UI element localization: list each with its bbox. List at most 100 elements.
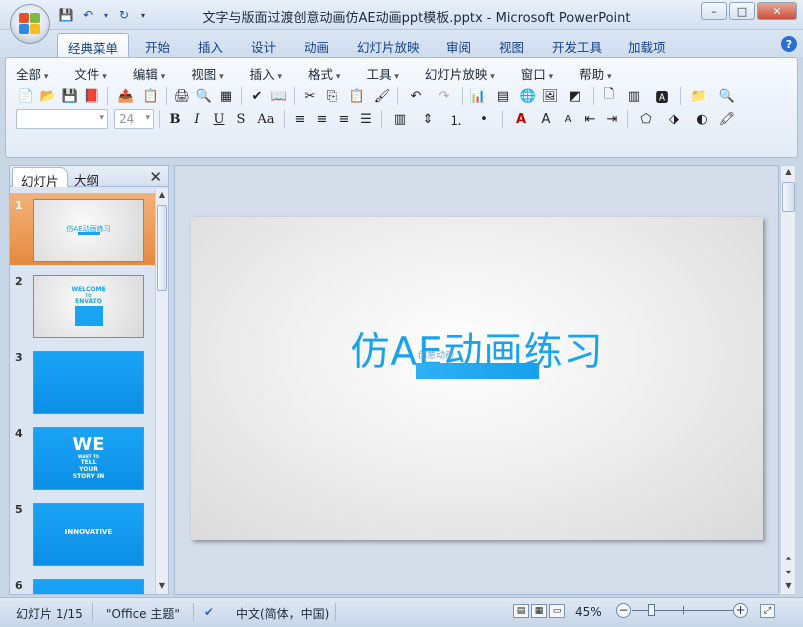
next-slide-icon[interactable]: ⏷ (782, 568, 795, 580)
tab-insert[interactable]: 插入 (188, 33, 233, 57)
tab-view[interactable]: 视图 (489, 33, 534, 57)
spelling-icon[interactable]: ✔ (247, 86, 267, 106)
slide-thumbnail-1[interactable]: 1 仿AE动画练习 (10, 193, 155, 265)
minimize-button[interactable]: – (701, 2, 727, 20)
format-painter-icon[interactable]: 🖌 (372, 86, 392, 106)
cut-icon[interactable]: ✂ (300, 86, 320, 106)
increase-indent-icon[interactable]: ⇥ (602, 109, 622, 129)
tab-slideshow[interactable]: 幻灯片放映 (347, 33, 430, 57)
menu-edit[interactable]: 编辑 (133, 64, 165, 83)
slide-subtitle[interactable]: 创意动画 (418, 348, 454, 361)
print-icon[interactable]: 🖨 (172, 86, 192, 106)
maximize-button[interactable]: □ (729, 2, 755, 20)
numbering-icon[interactable]: ⒈ (443, 109, 469, 129)
arrange-icon[interactable]: ⬗ (661, 109, 687, 129)
slide-thumbnail-4[interactable]: 4 WE WANT TO TELL YOUR STORY IN (10, 421, 155, 493)
clipart-icon[interactable]: 🌐 (518, 86, 538, 106)
menu-file[interactable]: 文件 (74, 64, 106, 83)
quick-styles-icon[interactable]: ◐ (689, 109, 715, 129)
text-direction-icon[interactable]: ⇕ (415, 109, 441, 129)
italic-button[interactable]: I (187, 109, 207, 129)
zoom-slider-thumb[interactable] (648, 604, 656, 616)
research-icon[interactable]: 📋 (141, 86, 161, 106)
menu-tools[interactable]: 工具 (366, 64, 398, 83)
shapes-icon[interactable]: ⬠ (633, 109, 659, 129)
slide-thumbnail-6[interactable]: 6 (10, 573, 155, 594)
slideshow-view-icon[interactable]: ▭ (549, 604, 565, 618)
zoom-out-icon[interactable]: − (616, 603, 631, 618)
font-name-combo[interactable] (16, 109, 108, 129)
scroll-thumb[interactable] (157, 205, 167, 291)
help-icon[interactable]: ? (781, 36, 797, 52)
font-size-combo[interactable]: 24 (114, 109, 154, 129)
textbox-icon[interactable]: 🅰 (649, 86, 675, 106)
save-icon[interactable]: 💾 (60, 86, 80, 106)
shadow-button[interactable]: S (231, 109, 251, 129)
font-color-icon[interactable]: A (508, 109, 534, 129)
picture-icon[interactable]: 🖼 (540, 86, 560, 106)
zoom-level[interactable]: 45% (575, 605, 602, 619)
slide-thumbnail-3[interactable]: 3 (10, 345, 155, 417)
color-grayscale-icon[interactable]: ◩ (562, 86, 588, 106)
menu-help[interactable]: 帮助 (579, 64, 611, 83)
permission-icon[interactable]: 📕 (82, 86, 102, 106)
tab-design[interactable]: 设计 (241, 33, 286, 57)
panel-scrollbar[interactable]: ▲ ▼ (155, 189, 168, 594)
redo-icon[interactable]: ↷ (431, 86, 457, 106)
scroll-down-icon[interactable]: ▼ (782, 581, 795, 593)
bullets-icon[interactable]: • (471, 109, 497, 129)
bold-button[interactable]: B (165, 109, 185, 129)
table-icon[interactable]: ▤ (490, 86, 516, 106)
decrease-indent-icon[interactable]: ⇤ (580, 109, 600, 129)
current-slide[interactable]: 仿AE动画练习 创意动画 (191, 217, 763, 540)
scroll-up-icon[interactable]: ▲ (156, 190, 168, 202)
tab-addins[interactable]: 加载项 (618, 33, 676, 57)
close-button[interactable]: ✕ (757, 2, 797, 20)
justify-icon[interactable]: ☰ (356, 109, 376, 129)
slide-highlight-bar[interactable] (416, 363, 539, 379)
previous-slide-icon[interactable]: ⏶ (782, 554, 795, 566)
menu-view[interactable]: 视图 (191, 64, 223, 83)
change-case-button[interactable]: Aa (253, 109, 279, 129)
fit-to-window-icon[interactable]: ⤢ (760, 604, 775, 618)
zoom-icon[interactable]: 🔍 (714, 86, 740, 106)
tab-developer[interactable]: 开发工具 (542, 33, 612, 57)
slide-thumbnail-5[interactable]: 5 INNOVATIVE (10, 497, 155, 569)
layout-icon[interactable]: ▥ (621, 86, 647, 106)
tab-home[interactable]: 开始 (135, 33, 180, 57)
tab-classic-menu[interactable]: 经典菜单 (57, 33, 130, 57)
research-book-icon[interactable]: 📖 (269, 86, 289, 106)
office-button[interactable] (10, 4, 50, 44)
columns-icon[interactable]: ▥ (387, 109, 413, 129)
open-icon[interactable]: 📂 (38, 86, 58, 106)
close-icon[interactable]: ✕ (149, 168, 162, 186)
underline-button[interactable]: U (209, 109, 229, 129)
tab-slides[interactable]: 幻灯片 (12, 167, 68, 189)
copy-icon[interactable]: ⎘ (322, 86, 342, 106)
zoom-in-icon[interactable]: + (733, 603, 748, 618)
menu-all[interactable]: 全部 (16, 64, 48, 83)
send-icon[interactable]: 📤 (113, 86, 139, 106)
spell-check-icon[interactable]: ✔ (204, 605, 214, 619)
normal-view-icon[interactable]: ▤ (513, 604, 529, 618)
new-icon[interactable]: 📄 (16, 86, 36, 106)
align-left-icon[interactable]: ≡ (290, 109, 310, 129)
menu-insert[interactable]: 插入 (250, 64, 282, 83)
menu-window[interactable]: 窗口 (521, 64, 553, 83)
shrink-font-icon[interactable]: A (558, 109, 578, 129)
tab-animations[interactable]: 动画 (294, 33, 339, 57)
undo-icon[interactable]: ↶ (403, 86, 429, 106)
grow-font-icon[interactable]: A (536, 109, 556, 129)
scroll-thumb[interactable] (782, 182, 795, 212)
slide-thumbnail-2[interactable]: 2 WELCOME TO ENVATO (10, 269, 155, 341)
table-grid-icon[interactable]: ▦ (216, 86, 236, 106)
print-preview-icon[interactable]: 🔍 (194, 86, 214, 106)
folder-icon[interactable]: 📁 (686, 86, 712, 106)
new-slide-icon[interactable]: 🗋 (599, 86, 619, 106)
menu-format[interactable]: 格式 (308, 64, 340, 83)
menu-slideshow[interactable]: 幻灯片放映 (425, 64, 495, 83)
paste-icon[interactable]: 📋 (344, 86, 370, 106)
chart-icon[interactable]: 📊 (468, 86, 488, 106)
tab-outline[interactable]: 大纲 (66, 167, 107, 188)
tab-review[interactable]: 审阅 (436, 33, 481, 57)
